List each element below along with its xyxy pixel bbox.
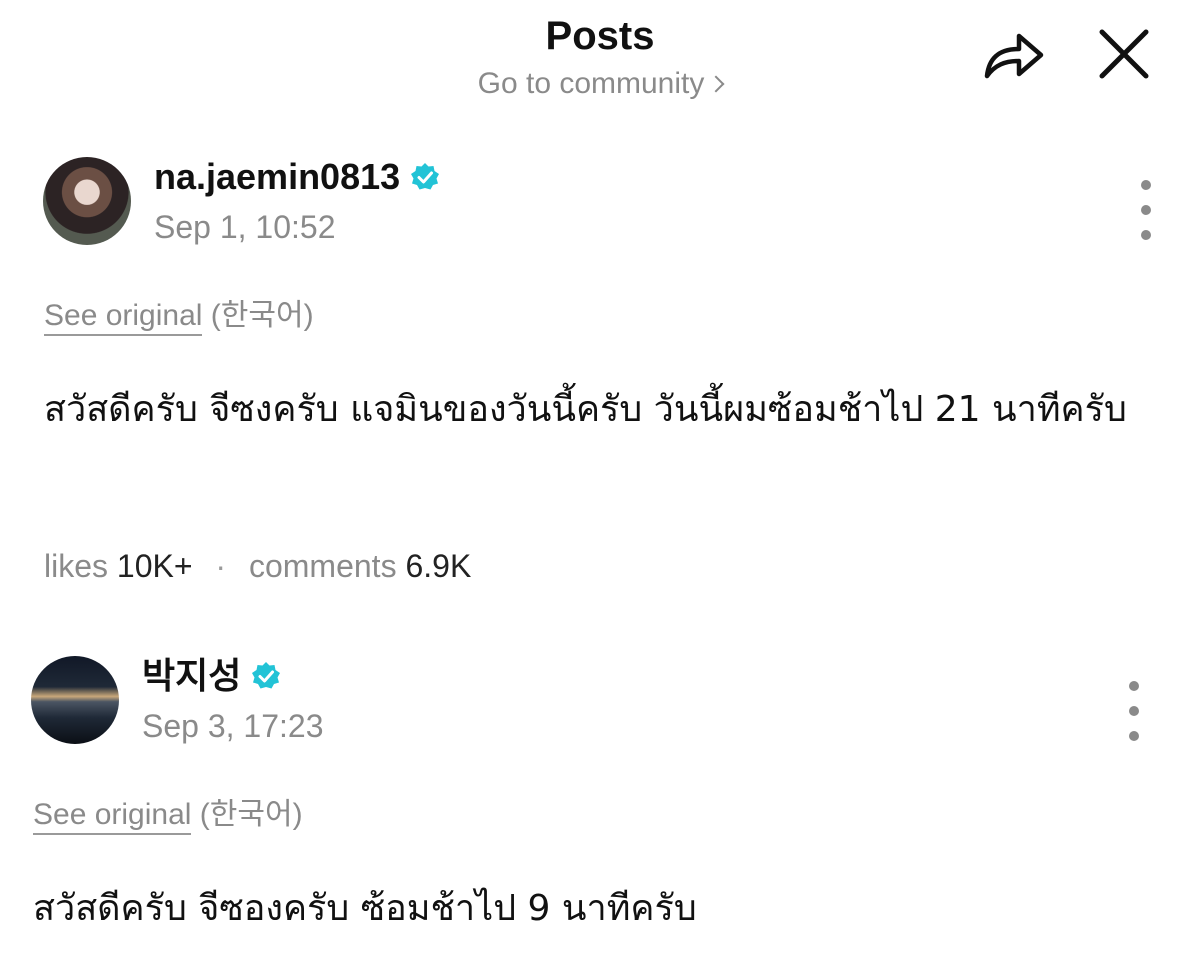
more-options-button[interactable]	[1119, 681, 1149, 741]
more-dot	[1129, 706, 1139, 716]
post-author[interactable]: 박지성	[142, 654, 281, 698]
see-original-row: See original (한국어)	[33, 795, 303, 835]
verified-badge-icon	[252, 662, 281, 689]
original-language: (한국어)	[199, 798, 303, 831]
post-item: 박지성 Sep 3, 17:23 See original (한국어) สวัส…	[0, 0, 1200, 980]
see-original-link[interactable]: See original	[33, 798, 192, 835]
post-timestamp: Sep 3, 17:23	[142, 708, 324, 744]
post-text: สวัสดีครับ จีซองครับ ซ้อมช้าไป 9 นาทีครั…	[33, 888, 697, 929]
username: 박지성	[142, 655, 242, 696]
avatar[interactable]	[31, 656, 119, 744]
posts-page: Posts Go to community na.jaemin0813 Sep …	[0, 0, 1200, 980]
more-vertical-icon	[1129, 681, 1139, 691]
more-dot	[1129, 731, 1139, 741]
